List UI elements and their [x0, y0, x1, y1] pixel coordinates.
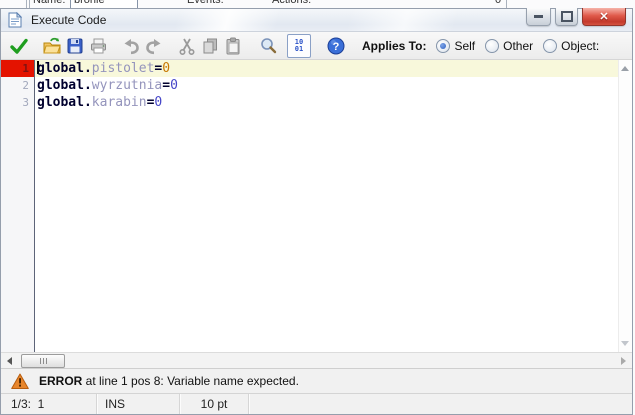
close-button[interactable]: ✕: [582, 8, 626, 26]
status-bar: 1/3: 1 INS 10 pt: [1, 393, 632, 414]
minimize-icon: [534, 15, 543, 18]
variable-token: wyrzutnia: [92, 78, 162, 93]
help-icon: ?: [327, 37, 345, 55]
line-number: 3: [1, 94, 34, 111]
background-events-label: Events:: [187, 0, 224, 8]
horizontal-scroll-thumb[interactable]: [21, 354, 65, 368]
redo-button[interactable]: [144, 36, 164, 56]
dot-token: .: [84, 61, 92, 76]
line-number-error: 1: [1, 60, 34, 77]
minimize-button[interactable]: [526, 8, 551, 26]
equals-token: =: [162, 78, 170, 93]
font-size-panel: 10 pt: [180, 394, 249, 414]
dot-token: .: [84, 95, 92, 110]
close-icon: ✕: [599, 10, 608, 23]
background-divider: [26, 0, 27, 8]
caret-position-panel: 1/3: 1: [1, 394, 97, 414]
save-button[interactable]: [65, 36, 85, 56]
paste-clipboard-icon: [223, 36, 243, 56]
error-message: at line 1 pos 8: Variable name expected.: [82, 374, 299, 388]
window-title: Execute Code: [31, 13, 106, 27]
maximize-icon: [561, 11, 573, 22]
execute-code-window: Execute Code ✕: [0, 8, 633, 415]
toolbar: 10 01 ? Applies To: Self Other Object:: [1, 32, 632, 60]
radio-other-label: Other: [503, 39, 533, 53]
radio-self[interactable]: [436, 39, 450, 53]
scroll-down-icon[interactable]: [621, 341, 629, 346]
scroll-up-icon[interactable]: [621, 66, 629, 71]
thumb-grip-icon: [43, 358, 44, 364]
number-token: 0: [154, 95, 162, 110]
insert-mode-panel: INS: [97, 394, 180, 414]
scroll-right-icon[interactable]: [621, 357, 626, 365]
cut-button[interactable]: [177, 36, 197, 56]
radio-other[interactable]: [485, 39, 499, 53]
save-floppy-icon: [65, 36, 85, 56]
screen: Name: bronie Events: Actions: 0 Execute …: [0, 0, 635, 415]
ok-button[interactable]: [9, 36, 29, 56]
status-empty-panel: [249, 394, 632, 414]
svg-text:?: ?: [333, 41, 340, 53]
code-line-3: global.karabin=0: [35, 94, 618, 111]
copy-icon: [200, 36, 220, 56]
background-name-label: Name:: [33, 0, 65, 8]
undo-button[interactable]: [121, 36, 141, 56]
dot-token: .: [84, 78, 92, 93]
line-number-gutter: 1 2 3: [1, 60, 35, 352]
horizontal-scrollbar[interactable]: [1, 352, 632, 368]
radio-object-label: Object:: [561, 39, 599, 53]
scissors-icon: [177, 36, 197, 56]
vertical-scrollbar[interactable]: [618, 60, 632, 352]
code-editor[interactable]: 1 2 3 global.pistolet=0 global.wyrzutnia…: [1, 60, 632, 352]
redo-icon: [144, 36, 164, 56]
code-area[interactable]: global.pistolet=0 global.wyrzutnia=0 glo…: [35, 60, 618, 352]
find-button[interactable]: [258, 36, 278, 56]
background-name-field: bronie: [70, 0, 138, 8]
copy-button[interactable]: [200, 36, 220, 56]
warning-icon: [11, 373, 29, 390]
printer-icon: [88, 36, 108, 56]
line-number: 2: [1, 77, 34, 94]
variable-token: pistolet: [92, 61, 155, 76]
error-bar: ERROR at line 1 pos 8: Variable name exp…: [1, 368, 632, 393]
number-token: 0: [162, 61, 170, 76]
keyword-token: global: [37, 61, 84, 76]
background-right-fragment: 0: [495, 0, 501, 8]
window-controls: ✕: [526, 8, 626, 26]
open-folder-icon: [42, 36, 62, 56]
scroll-left-icon[interactable]: [7, 357, 12, 365]
line-numbers-toggle-button[interactable]: 10 01: [287, 34, 311, 58]
paste-button[interactable]: [223, 36, 243, 56]
keyword-token: global: [37, 95, 84, 110]
title-bar[interactable]: Execute Code ✕: [1, 9, 632, 32]
radio-object[interactable]: [543, 39, 557, 53]
keyword-token: global: [37, 78, 84, 93]
background-divider: [29, 0, 30, 8]
check-icon: [9, 36, 29, 56]
background-divider: [506, 0, 507, 8]
undo-icon: [121, 36, 141, 56]
code-line-2: global.wyrzutnia=0: [35, 77, 618, 94]
applies-to-label: Applies To:: [362, 39, 426, 53]
help-button[interactable]: ?: [326, 36, 346, 56]
line-numbers-icon: 01: [295, 46, 303, 53]
background-actions-label: Actions:: [272, 0, 311, 8]
applies-to-radio-group: Self Other Object:: [426, 39, 599, 53]
search-icon: [258, 36, 278, 56]
background-window-strip: Name: bronie Events: Actions: 0: [0, 0, 635, 8]
print-button[interactable]: [88, 36, 108, 56]
maximize-button[interactable]: [555, 8, 578, 26]
code-line-1: global.pistolet=0: [35, 60, 618, 77]
radio-self-label: Self: [454, 39, 475, 53]
variable-token: karabin: [92, 95, 147, 110]
code-document-icon: [8, 12, 22, 28]
number-token: 0: [170, 78, 178, 93]
error-label: ERROR: [39, 374, 82, 388]
load-button[interactable]: [42, 36, 62, 56]
